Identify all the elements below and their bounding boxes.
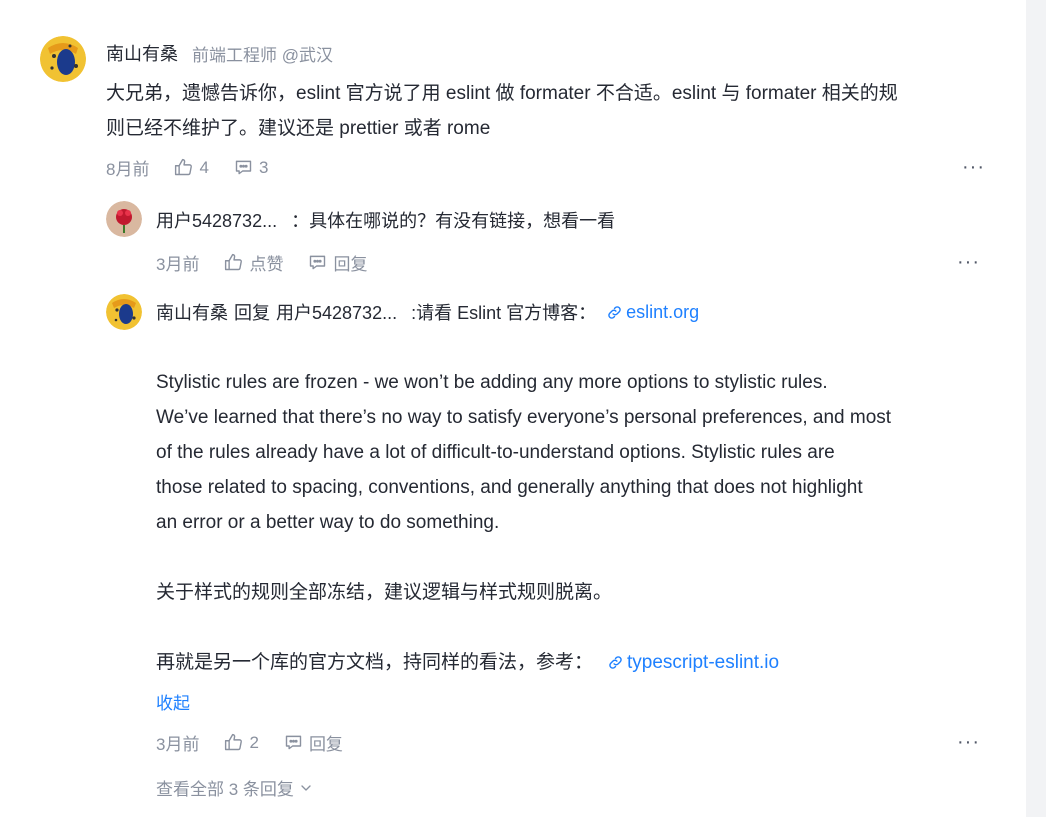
comment-icon: [285, 735, 302, 750]
view-all-replies-button[interactable]: 查看全部 3 条回复: [156, 775, 314, 800]
comment-icon: [310, 255, 326, 270]
avatar[interactable]: [106, 201, 142, 237]
paragraph-text: 再就是另一个库的官方文档，持同样的看法，参考：: [156, 652, 594, 673]
link-text: typescript-eslint.io: [627, 652, 780, 673]
thumbs-up-icon: [225, 253, 243, 271]
reply-label: 回复: [308, 735, 343, 754]
link-icon: [609, 656, 622, 669]
reply-button[interactable]: 回复: [283, 730, 343, 755]
comment-time: 8月前: [106, 160, 150, 179]
reply-label: 回复: [333, 255, 368, 274]
like-button[interactable]: 点赞: [223, 250, 283, 275]
view-all-label: 查看全部 3 条回复: [156, 780, 294, 799]
comment-count: 3: [258, 157, 269, 177]
reply-text: ：具体在哪说的？有没有链接，想看一看: [291, 211, 616, 231]
avatar[interactable]: [40, 36, 86, 82]
comment-text-line: 大兄弟，遗憾告诉你，eslint 官方说了用 eslint 做 formater…: [106, 83, 898, 104]
comment-header: 南山有桑 前端工程师 @武汉: [106, 40, 333, 66]
username[interactable]: 南山有桑: [156, 299, 228, 325]
thumbs-up-icon: [175, 158, 193, 176]
paragraph: 关于样式的规则全部冻结，建议逻辑与样式规则脱离。: [156, 582, 613, 603]
comment-content: 大兄弟，遗憾告诉你，eslint 官方说了用 eslint 做 formater…: [106, 76, 986, 146]
username[interactable]: 用户5428732...: [156, 207, 277, 233]
reply-actions: 3月前 2 回复: [156, 730, 367, 755]
reply-long-content: Stylistic rules are frozen - we won’t be…: [156, 365, 996, 680]
comment-icon: [235, 160, 252, 175]
comment-actions: 8月前 4 3: [106, 155, 986, 180]
quote-line: those related to spacing, conventions, a…: [156, 477, 863, 498]
more-options-button[interactable]: ···: [962, 157, 985, 177]
eslint-link[interactable]: eslint.org: [606, 302, 699, 323]
like-label: 点赞: [249, 255, 284, 274]
quote-line: an error or a better way to do something…: [156, 512, 500, 533]
link-icon: [608, 305, 621, 319]
comment-text-line: 则已经不维护了。建议还是 prettier 或者 rome: [106, 118, 491, 139]
username[interactable]: 南山有桑: [106, 40, 178, 66]
reply-header: 南山有桑 回复 用户5428732... :请看 Eslint 官方博客： es…: [156, 299, 699, 325]
comment-button[interactable]: 3: [233, 157, 268, 178]
more-options-button[interactable]: ···: [957, 252, 980, 272]
quote-line: Stylistic rules are frozen - we won’t be…: [156, 372, 828, 393]
page-scroll-gutter: [1026, 0, 1046, 817]
target-username[interactable]: 用户5428732...: [276, 299, 397, 325]
reply-button[interactable]: 回复: [307, 250, 367, 275]
chevron-down-icon: [301, 784, 311, 791]
reply-text: :请看 Eslint 官方博客：: [411, 303, 597, 323]
link-text: eslint.org: [626, 301, 700, 322]
paragraph: 再就是另一个库的官方文档，持同样的看法，参考： typescript-eslin…: [156, 645, 996, 680]
like-count: 2: [249, 732, 259, 752]
reply-word: 回复: [234, 303, 270, 323]
reply-header: 用户5428732... ：具体在哪说的？有没有链接，想看一看: [156, 207, 615, 233]
reply-time: 3月前: [156, 255, 200, 274]
reply-actions: 3月前 点赞 回复: [156, 250, 391, 275]
reply-time: 3月前: [156, 735, 200, 754]
quote-line: of the rules already have a lot of diffi…: [156, 442, 835, 463]
thumbs-up-icon: [225, 733, 243, 751]
like-button[interactable]: 2: [223, 732, 259, 753]
like-button[interactable]: 4: [173, 157, 209, 178]
user-title: 前端工程师 @武汉: [192, 45, 333, 65]
typescript-eslint-link[interactable]: typescript-eslint.io: [607, 645, 779, 680]
avatar[interactable]: [106, 294, 142, 330]
quote-line: We’ve learned that there’s no way to sat…: [156, 407, 892, 428]
more-options-button[interactable]: ···: [957, 732, 980, 752]
collapse-button[interactable]: 收起: [156, 689, 190, 714]
like-count: 4: [199, 157, 209, 177]
